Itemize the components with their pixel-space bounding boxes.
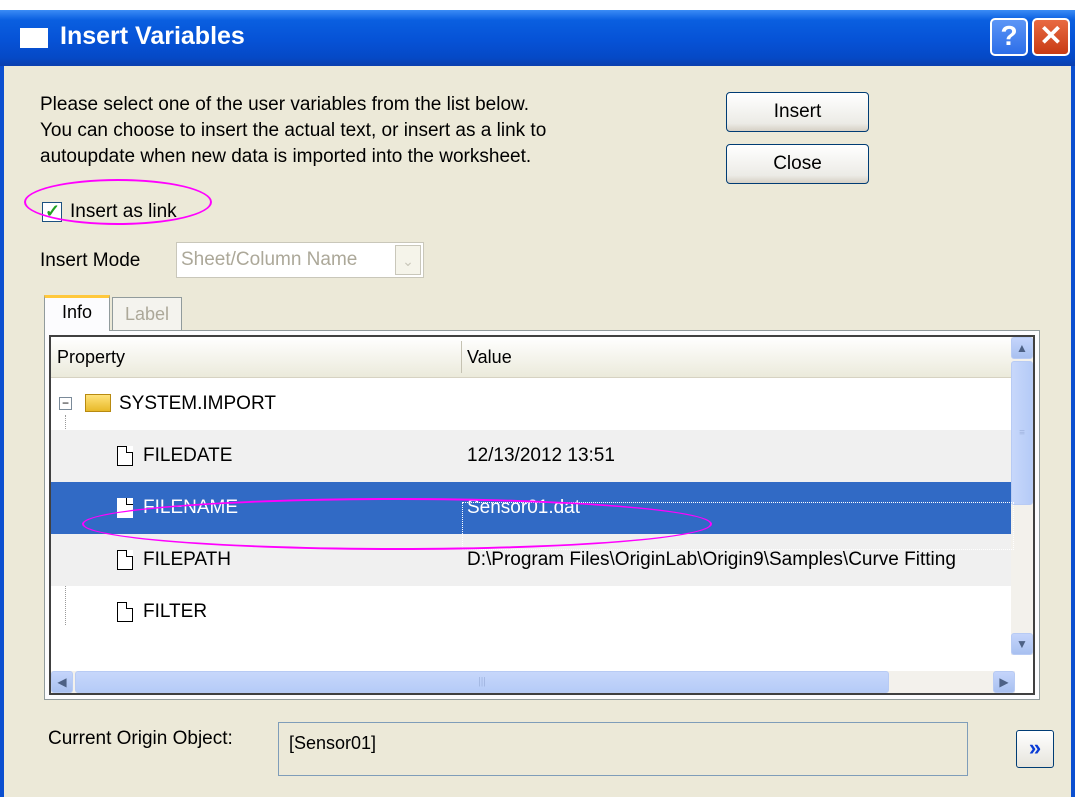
window-icon [20,28,48,48]
collapse-icon[interactable]: − [59,397,72,410]
grip-icon: ≡ [1019,427,1025,439]
document-icon [117,550,133,570]
folder-icon [85,394,111,412]
insert-variables-dialog: Insert Variables ? ✕ Please select one o… [0,0,1075,797]
highlight-ellipse [82,498,712,550]
help-button[interactable]: ? [990,18,1028,56]
document-icon [117,446,133,466]
column-divider[interactable] [461,341,462,373]
highlight-ellipse [24,179,212,225]
tree-node-label: SYSTEM.IMPORT [119,393,276,414]
instruction-line: You can choose to insert the actual text… [40,120,547,141]
scroll-left-icon[interactable]: ◀ [51,671,73,693]
table-row[interactable]: FILTER [51,586,1015,638]
instruction-line: Please select one of the user variables … [40,94,529,115]
chevron-down-icon[interactable]: ⌄ [395,245,421,275]
tab-info[interactable]: Info [44,295,110,331]
column-header-value[interactable]: Value [467,337,512,377]
close-button[interactable]: Close [726,144,869,184]
close-window-button[interactable]: ✕ [1032,18,1070,56]
expand-button[interactable]: » [1016,730,1054,768]
current-object-label: Current Origin Object: [48,728,233,749]
column-header-property[interactable]: Property [57,337,125,377]
current-object-field: [Sensor01] [278,722,968,776]
row-value: 12/13/2012 13:51 [467,445,615,466]
grid-header: Property Value [51,337,1015,378]
insert-mode-label: Insert Mode [40,250,141,271]
insert-button[interactable]: Insert [726,92,869,132]
tab-label[interactable]: Label [112,297,182,331]
insert-mode-select[interactable]: Sheet/Column Name ⌄ [176,242,424,278]
tree-node-system-import[interactable]: − SYSTEM.IMPORT [51,378,1015,430]
instructions-text: Please select one of the user variables … [40,92,546,170]
table-row[interactable]: FILEDATE 12/13/2012 13:51 [51,430,1015,482]
title-bar[interactable]: Insert Variables ? ✕ [0,10,1075,66]
grip-icon: ||| [478,676,486,688]
horizontal-scrollbar[interactable]: ◀ ||| ▶ [51,671,1015,693]
document-icon [117,602,133,622]
dialog-body: Please select one of the user variables … [0,66,1075,797]
horizontal-scroll-thumb[interactable]: ||| [75,671,889,693]
instruction-line: autoupdate when new data is imported int… [40,146,532,167]
insert-mode-value: Sheet/Column Name [181,249,358,270]
row-property: FILEDATE [143,445,233,466]
window-title: Insert Variables [60,22,245,50]
vertical-scrollbar[interactable]: ▲ ≡ ▼ [1011,337,1033,655]
row-property: FILTER [143,601,208,622]
vertical-scroll-thumb[interactable]: ≡ [1011,361,1033,505]
scroll-up-icon[interactable]: ▲ [1011,337,1033,359]
scroll-down-icon[interactable]: ▼ [1011,633,1033,655]
scroll-right-icon[interactable]: ▶ [993,671,1015,693]
